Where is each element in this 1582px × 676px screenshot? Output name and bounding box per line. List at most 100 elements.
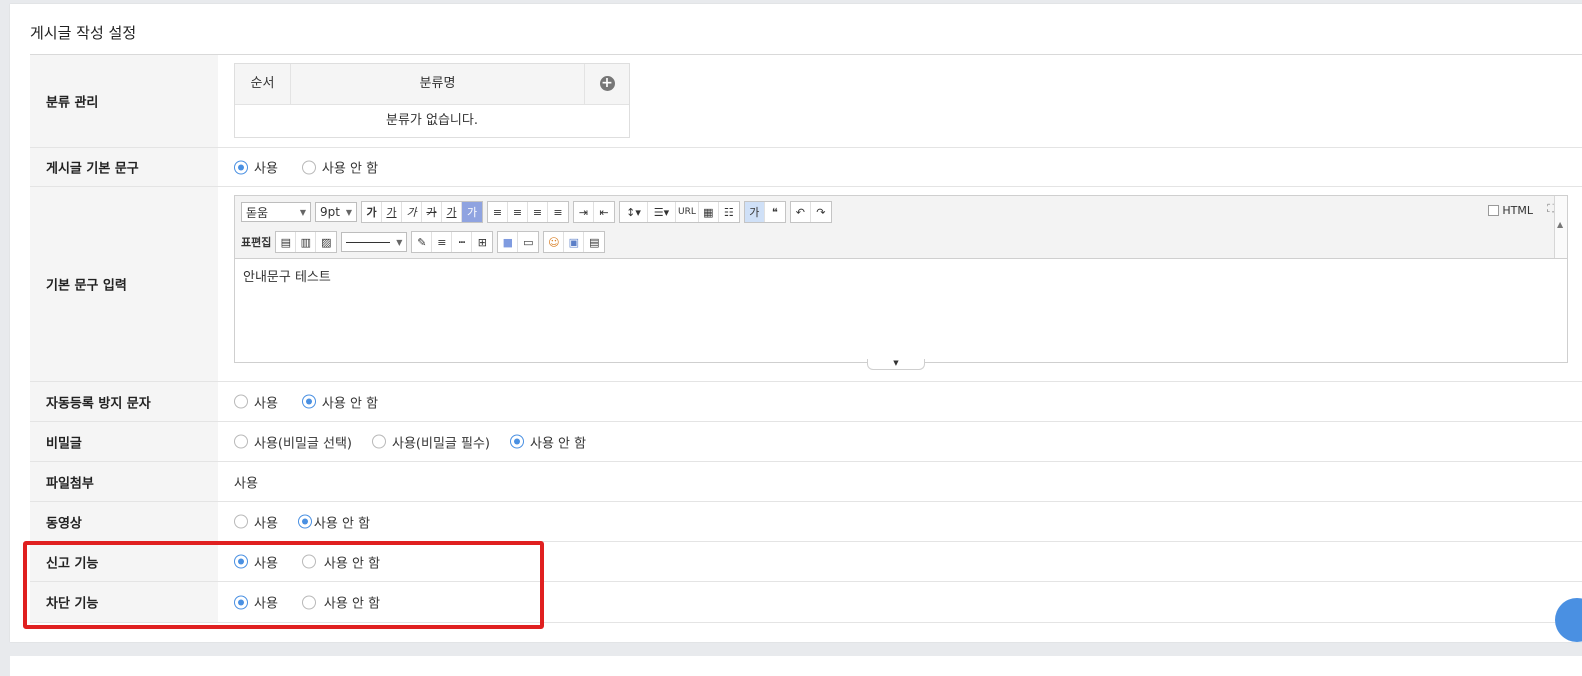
save-icon[interactable]: ▤ bbox=[584, 232, 604, 252]
table-insert-row-icon[interactable]: ▤ bbox=[276, 232, 297, 252]
radio-option[interactable]: 사용 안 함 bbox=[301, 552, 380, 571]
editor-resize-handle[interactable]: ▼ bbox=[867, 359, 925, 370]
align-left-icon[interactable]: ≡ bbox=[488, 202, 508, 222]
row-label: 분류 관리 bbox=[46, 95, 99, 111]
video-radio-group: 사용 사용 안 함 bbox=[234, 512, 394, 531]
link-button[interactable]: URL bbox=[676, 202, 699, 222]
radio-button[interactable] bbox=[234, 394, 248, 409]
default-text-radio-group: 사용 사용 안 함 bbox=[234, 158, 402, 177]
radio-option[interactable]: 사용 안 함 bbox=[301, 158, 378, 177]
table-delete-icon[interactable]: ▨ bbox=[316, 232, 336, 252]
column-name: 분류명 bbox=[291, 64, 585, 104]
border-color-icon[interactable]: ✎ bbox=[412, 232, 433, 252]
radio-option[interactable]: 사용(비밀글 필수) bbox=[372, 432, 490, 451]
radio-button[interactable] bbox=[301, 394, 316, 409]
radio-option[interactable]: 사용 안 함 bbox=[510, 432, 586, 451]
align-center-icon[interactable]: ≡ bbox=[508, 202, 528, 222]
emoticon-icon[interactable]: ☺ bbox=[544, 232, 565, 252]
border-width-icon[interactable]: ≡ bbox=[432, 232, 453, 252]
row-label: 신고 기능 bbox=[46, 556, 99, 571]
editor-scrollbar[interactable]: ▲ bbox=[1554, 196, 1567, 258]
row-attachment: 파일첨부 사용 bbox=[30, 462, 1582, 502]
font-color-button[interactable]: 가 bbox=[442, 202, 462, 222]
add-category-icon[interactable]: + bbox=[599, 76, 615, 91]
row-label: 차단 기능 bbox=[46, 596, 99, 612]
border-dash-icon[interactable]: ┅ bbox=[452, 232, 473, 252]
row-label: 비밀글 bbox=[46, 436, 82, 451]
radio-button[interactable] bbox=[297, 514, 312, 529]
radio-button[interactable] bbox=[510, 434, 524, 449]
special-char-icon[interactable]: 가 bbox=[744, 202, 765, 222]
row-captcha: 자동등록 방지 문자 사용 사용 안 함 bbox=[30, 382, 1582, 422]
radio-button[interactable] bbox=[234, 554, 248, 569]
table-grid-icon[interactable]: ⊞ bbox=[472, 232, 492, 252]
quote-icon[interactable]: ❝ bbox=[765, 202, 785, 222]
italic-button[interactable]: 가 bbox=[402, 202, 422, 222]
table-icon[interactable]: ▦ bbox=[699, 202, 719, 222]
radio-option[interactable]: 사용(비밀글 선택) bbox=[234, 432, 352, 451]
line-height-icon[interactable]: ↕▾ bbox=[620, 202, 648, 222]
radio-button[interactable] bbox=[301, 554, 316, 569]
block-radio-group: 사용 사용 안 함 bbox=[234, 593, 404, 612]
row-video: 동영상 사용 사용 안 함 bbox=[30, 502, 1582, 542]
board-write-settings-panel: 게시글 작성 설정 분류 관리 순서 분류명 + 분류가 없습니다. 게시글 기… bbox=[10, 4, 1582, 642]
column-order: 순서 bbox=[235, 64, 291, 104]
horizontal-rule-icon[interactable]: ☷ bbox=[719, 202, 739, 222]
radio-option[interactable]: 사용 안 함 bbox=[301, 392, 378, 411]
radio-button[interactable] bbox=[301, 595, 316, 609]
border-style-select[interactable]: ▼ bbox=[341, 232, 408, 252]
row-report: 신고 기능 사용 사용 안 함 bbox=[30, 542, 1582, 582]
category-table: 순서 분류명 + 분류가 없습니다. bbox=[234, 63, 630, 138]
html-checkbox[interactable] bbox=[1488, 205, 1500, 216]
radio-option[interactable]: 사용 bbox=[234, 593, 278, 612]
html-toggle[interactable]: HTML bbox=[1488, 204, 1533, 217]
row-label: 자동등록 방지 문자 bbox=[46, 396, 151, 411]
font-size-select[interactable]: 9pt ▼ bbox=[315, 202, 357, 222]
radio-option[interactable]: 사용 bbox=[234, 512, 278, 531]
report-radio-group: 사용 사용 안 함 bbox=[234, 552, 404, 571]
font-select[interactable]: 돋움 ▼ bbox=[241, 202, 311, 222]
secret-radio-group: 사용(비밀글 선택) 사용(비밀글 필수) 사용 안 함 bbox=[234, 432, 610, 451]
background-color-icon[interactable]: 가 bbox=[462, 202, 482, 222]
outdent-icon[interactable]: ⇤ bbox=[594, 202, 614, 222]
indent-icon[interactable]: ⇥ bbox=[574, 202, 594, 222]
radio-option[interactable]: 사용 bbox=[234, 158, 278, 177]
cell-merge-icon[interactable]: ▭ bbox=[518, 232, 538, 252]
row-label: 동영상 bbox=[46, 516, 82, 531]
strikethrough-button[interactable]: 가 bbox=[422, 202, 442, 222]
bold-button[interactable]: 가 bbox=[362, 202, 382, 222]
radio-option[interactable]: 사용 안 함 bbox=[297, 512, 370, 531]
align-justify-icon[interactable]: ≡ bbox=[548, 202, 568, 222]
next-panel bbox=[10, 656, 1582, 676]
rich-text-editor: 돋움 ▼ 9pt ▼ 가 가 가 가 가 가 ≡ ≡ ≡ ≡ ⇥ ⇤ ↕▾ ☰▾… bbox=[234, 195, 1568, 370]
category-empty-message: 분류가 없습니다. bbox=[386, 113, 478, 128]
radio-option[interactable]: 사용 bbox=[234, 552, 278, 571]
panel-title: 게시글 작성 설정 bbox=[30, 24, 137, 42]
list-icon[interactable]: ☰▾ bbox=[648, 202, 676, 222]
radio-button[interactable] bbox=[301, 160, 316, 174]
radio-button[interactable] bbox=[234, 595, 248, 609]
table-edit-label: 표편집 bbox=[241, 236, 272, 249]
redo-icon[interactable]: ↷ bbox=[811, 202, 831, 222]
radio-option[interactable]: 사용 bbox=[234, 392, 278, 411]
undo-icon[interactable]: ↶ bbox=[791, 202, 811, 222]
radio-button[interactable] bbox=[234, 514, 248, 529]
radio-button[interactable] bbox=[234, 160, 248, 174]
underline-button[interactable]: 가 bbox=[382, 202, 402, 222]
row-secret: 비밀글 사용(비밀글 선택) 사용(비밀글 필수) 사용 안 함 bbox=[30, 422, 1582, 462]
editor-content[interactable]: 안내문구 테스트 bbox=[243, 266, 331, 285]
cell-bg-icon[interactable]: ■ bbox=[498, 232, 519, 252]
editor-toolbar: 돋움 ▼ 9pt ▼ 가 가 가 가 가 가 ≡ ≡ ≡ ≡ ⇥ ⇤ ↕▾ ☰▾… bbox=[235, 196, 1567, 259]
row-block: 차단 기능 사용 사용 안 함 bbox=[30, 582, 1582, 623]
radio-option[interactable]: 사용 안 함 bbox=[301, 593, 380, 612]
table-insert-col-icon[interactable]: ▥ bbox=[296, 232, 317, 252]
radio-button[interactable] bbox=[234, 434, 248, 449]
row-default-text-input: 기본 문구 입력 돋움 ▼ 9pt ▼ 가 가 가 가 가 가 ≡ ≡ ≡ ≡ … bbox=[30, 187, 1582, 382]
radio-button[interactable] bbox=[372, 434, 386, 449]
captcha-radio-group: 사용 사용 안 함 bbox=[234, 392, 402, 411]
row-label: 파일첨부 bbox=[46, 476, 94, 491]
align-right-icon[interactable]: ≡ bbox=[528, 202, 548, 222]
row-label: 기본 문구 입력 bbox=[46, 278, 127, 294]
attachment-value: 사용 bbox=[234, 476, 258, 491]
image-icon[interactable]: ▣ bbox=[564, 232, 585, 252]
